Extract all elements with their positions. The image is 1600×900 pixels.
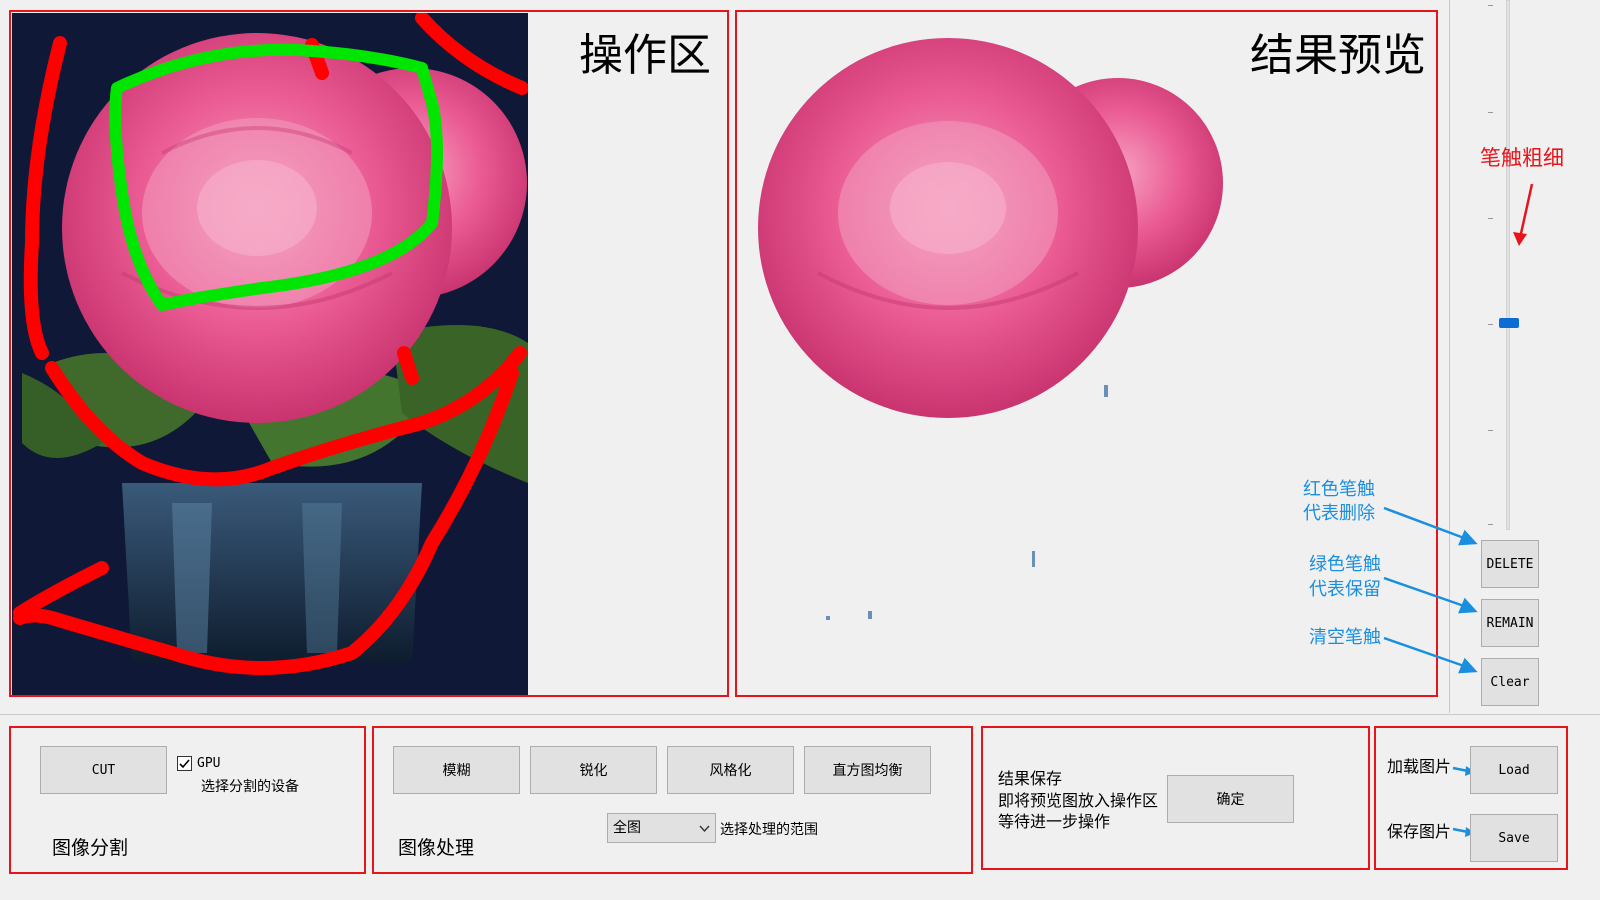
cut-button[interactable]: CUT <box>40 746 167 794</box>
annotation-remain-line1: 绿色笔触 <box>1309 554 1381 575</box>
delete-button[interactable]: DELETE <box>1481 540 1539 588</box>
gpu-checkbox[interactable] <box>177 756 192 771</box>
histogram-equalize-button[interactable]: 直方图均衡 <box>804 746 931 794</box>
load-button[interactable]: Load <box>1470 746 1558 794</box>
slider-thumb[interactable] <box>1499 318 1519 328</box>
processing-title: 图像处理 <box>398 837 475 859</box>
preview-area-title: 结果预览 <box>1250 30 1426 81</box>
save-button[interactable]: Save <box>1470 814 1558 862</box>
annotation-delete-line2: 代表删除 <box>1303 503 1375 524</box>
slider-tick <box>1488 112 1493 113</box>
save-caption: 保存图片 <box>1387 822 1452 841</box>
slider-tick <box>1488 430 1493 431</box>
range-hint: 选择处理的范围 <box>720 822 818 838</box>
segmentation-title: 图像分割 <box>52 837 129 859</box>
range-select-value: 全图 <box>613 820 641 836</box>
slider-tick <box>1488 5 1493 6</box>
clear-button[interactable]: Clear <box>1481 658 1539 706</box>
range-select[interactable]: 全图 <box>607 813 716 843</box>
save-result-line1: 结果保存 <box>998 769 1063 788</box>
slider-tick <box>1488 324 1493 325</box>
remain-button[interactable]: REMAIN <box>1481 599 1539 647</box>
save-result-line3: 等待进一步操作 <box>998 812 1111 831</box>
work-area-title: 操作区 <box>579 30 711 81</box>
stylize-button[interactable]: 风格化 <box>667 746 794 794</box>
work-canvas[interactable] <box>12 13 528 695</box>
blur-button[interactable]: 模糊 <box>393 746 520 794</box>
gpu-label: GPU <box>197 756 221 771</box>
annotation-delete-line1: 红色笔触 <box>1303 479 1375 500</box>
annotation-remain-line2: 代表保留 <box>1309 579 1381 600</box>
brush-size-label: 笔触粗细 <box>1480 146 1564 170</box>
annotation-clear: 清空笔触 <box>1309 627 1381 648</box>
chevron-down-icon <box>699 825 710 833</box>
check-icon <box>179 759 190 769</box>
slider-tick <box>1488 524 1493 525</box>
device-hint: 选择分割的设备 <box>201 779 299 795</box>
toolbar-divider <box>0 714 1600 715</box>
confirm-button[interactable]: 确定 <box>1167 775 1294 823</box>
brush-size-slider[interactable] <box>1488 0 1528 540</box>
slider-tick <box>1488 218 1493 219</box>
load-caption: 加载图片 <box>1387 757 1452 776</box>
save-result-line2: 即将预览图放入操作区 <box>998 791 1159 810</box>
slider-track <box>1506 0 1510 530</box>
brush-size-arrow <box>1513 183 1534 246</box>
annotation-arrows <box>1383 506 1478 674</box>
sharpen-button[interactable]: 锐化 <box>530 746 657 794</box>
